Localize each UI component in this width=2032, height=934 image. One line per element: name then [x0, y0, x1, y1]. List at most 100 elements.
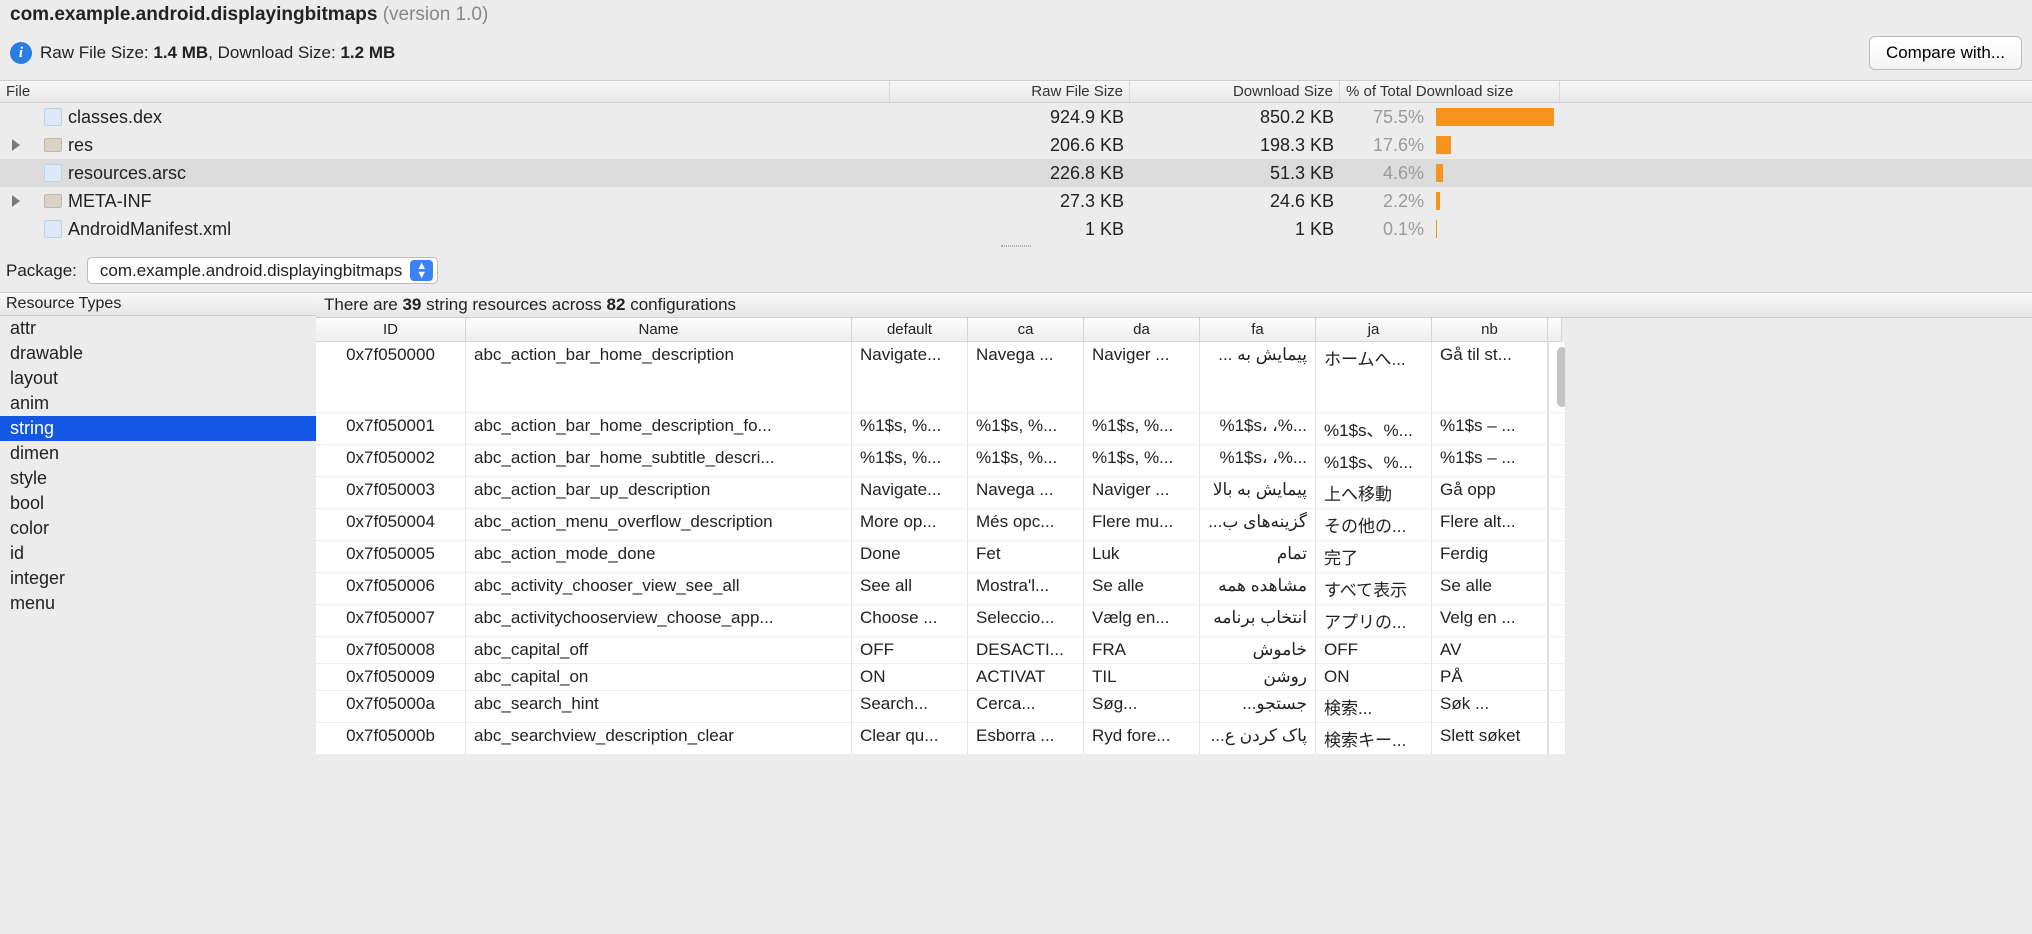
string-value[interactable]: Naviger ... — [1084, 477, 1200, 509]
string-value[interactable]: Se alle — [1432, 573, 1548, 605]
string-name[interactable]: abc_search_hint — [466, 691, 852, 723]
string-value[interactable]: روشن — [1200, 664, 1316, 691]
string-value[interactable]: ON — [852, 664, 968, 691]
string-col-fa[interactable]: fa — [1200, 318, 1316, 342]
expand-icon[interactable] — [12, 139, 20, 151]
string-value[interactable]: پیمایش به ... — [1200, 342, 1316, 413]
string-value[interactable]: More op... — [852, 509, 968, 541]
resource-type-string[interactable]: string — [0, 416, 316, 441]
scrollbar-gutter[interactable] — [1548, 637, 1566, 664]
file-row[interactable]: resources.arsc226.8 KB51.3 KB4.6% — [0, 159, 2032, 187]
string-value[interactable]: گزینه‌های ب... — [1200, 509, 1316, 541]
string-id[interactable]: 0x7f05000b — [316, 723, 466, 755]
string-value[interactable]: پاک کردن ع... — [1200, 723, 1316, 755]
string-value[interactable]: Ryd fore... — [1084, 723, 1200, 755]
string-value[interactable]: すべて表示 — [1316, 573, 1432, 605]
scrollbar-gutter[interactable] — [1548, 664, 1566, 691]
string-value[interactable]: %1$s、%... — [1316, 445, 1432, 477]
string-col-nb[interactable]: nb — [1432, 318, 1548, 342]
string-value[interactable]: ...%، ،%1$s — [1200, 445, 1316, 477]
string-value[interactable]: OFF — [852, 637, 968, 664]
string-col-Name[interactable]: Name — [466, 318, 852, 342]
string-value[interactable]: %1$s, %... — [968, 445, 1084, 477]
string-value[interactable]: %1$s – ... — [1432, 413, 1548, 445]
file-name-cell[interactable]: res — [0, 135, 890, 156]
string-value[interactable]: Søg... — [1084, 691, 1200, 723]
string-value[interactable]: Fet — [968, 541, 1084, 573]
string-value[interactable]: مشاهده همه — [1200, 573, 1316, 605]
scrollbar-gutter[interactable] — [1548, 413, 1566, 445]
string-value[interactable]: Navega ... — [968, 342, 1084, 413]
string-value[interactable]: Search... — [852, 691, 968, 723]
resource-type-bool[interactable]: bool — [0, 491, 316, 516]
string-id[interactable]: 0x7f050009 — [316, 664, 466, 691]
resource-type-integer[interactable]: integer — [0, 566, 316, 591]
string-value[interactable]: %1$s, %... — [1084, 413, 1200, 445]
string-value[interactable]: ホームへ... — [1316, 342, 1432, 413]
string-value[interactable]: Més opc... — [968, 509, 1084, 541]
string-value[interactable]: Flere alt... — [1432, 509, 1548, 541]
string-value[interactable]: Slett søket — [1432, 723, 1548, 755]
col-pct[interactable]: % of Total Download size — [1340, 81, 1560, 102]
string-value[interactable]: Done — [852, 541, 968, 573]
string-value[interactable]: その他の... — [1316, 509, 1432, 541]
string-id[interactable]: 0x7f050001 — [316, 413, 466, 445]
string-name[interactable]: abc_action_bar_up_description — [466, 477, 852, 509]
string-id[interactable]: 0x7f050005 — [316, 541, 466, 573]
string-value[interactable]: アプリの... — [1316, 605, 1432, 637]
string-id[interactable]: 0x7f050006 — [316, 573, 466, 605]
string-value[interactable]: FRA — [1084, 637, 1200, 664]
file-row[interactable]: META-INF27.3 KB24.6 KB2.2% — [0, 187, 2032, 215]
string-value[interactable]: See all — [852, 573, 968, 605]
resource-type-dimen[interactable]: dimen — [0, 441, 316, 466]
string-value[interactable]: %1$s、%... — [1316, 413, 1432, 445]
string-value[interactable]: Ferdig — [1432, 541, 1548, 573]
string-value[interactable]: %1$s, %... — [1084, 445, 1200, 477]
string-col-default[interactable]: default — [852, 318, 968, 342]
string-value[interactable]: ACTIVAT — [968, 664, 1084, 691]
string-value[interactable]: %1$s, %... — [852, 413, 968, 445]
string-value[interactable]: Luk — [1084, 541, 1200, 573]
resource-type-color[interactable]: color — [0, 516, 316, 541]
compare-with-button[interactable]: Compare with... — [1869, 36, 2022, 70]
scrollbar-gutter[interactable] — [1548, 691, 1566, 723]
string-value[interactable]: AV — [1432, 637, 1548, 664]
string-name[interactable]: abc_action_mode_done — [466, 541, 852, 573]
resource-type-id[interactable]: id — [0, 541, 316, 566]
resource-type-drawable[interactable]: drawable — [0, 341, 316, 366]
string-value[interactable]: Naviger ... — [1084, 342, 1200, 413]
string-id[interactable]: 0x7f050003 — [316, 477, 466, 509]
string-value[interactable]: Choose ... — [852, 605, 968, 637]
string-value[interactable]: Navega ... — [968, 477, 1084, 509]
string-name[interactable]: abc_capital_off — [466, 637, 852, 664]
string-value[interactable]: Navigate... — [852, 477, 968, 509]
string-value[interactable]: 完了 — [1316, 541, 1432, 573]
string-id[interactable]: 0x7f050002 — [316, 445, 466, 477]
string-name[interactable]: abc_action_bar_home_subtitle_descri... — [466, 445, 852, 477]
file-row[interactable]: AndroidManifest.xml1 KB1 KB0.1% — [0, 215, 2032, 243]
file-name-cell[interactable]: META-INF — [0, 191, 890, 212]
col-raw[interactable]: Raw File Size — [890, 81, 1130, 102]
string-value[interactable]: 検索キー... — [1316, 723, 1432, 755]
scrollbar-gutter[interactable] — [1548, 605, 1566, 637]
file-name-cell[interactable]: AndroidManifest.xml — [0, 219, 890, 240]
string-id[interactable]: 0x7f050004 — [316, 509, 466, 541]
string-value[interactable]: Gå til st... — [1432, 342, 1548, 413]
scrollbar-gutter[interactable] — [1548, 541, 1566, 573]
string-col-da[interactable]: da — [1084, 318, 1200, 342]
string-value[interactable]: OFF — [1316, 637, 1432, 664]
string-value[interactable]: Se alle — [1084, 573, 1200, 605]
string-value[interactable]: Vælg en... — [1084, 605, 1200, 637]
string-value[interactable]: Søk ... — [1432, 691, 1548, 723]
string-value[interactable]: PÅ — [1432, 664, 1548, 691]
string-value[interactable]: DESACTI... — [968, 637, 1084, 664]
string-value[interactable]: تمام — [1200, 541, 1316, 573]
string-id[interactable]: 0x7f050007 — [316, 605, 466, 637]
string-value[interactable]: جستجو... — [1200, 691, 1316, 723]
string-id[interactable]: 0x7f050008 — [316, 637, 466, 664]
string-value[interactable]: ...%، ،%1$s — [1200, 413, 1316, 445]
scrollbar-thumb[interactable] — [1557, 347, 1566, 407]
string-name[interactable]: abc_action_bar_home_description — [466, 342, 852, 413]
string-value[interactable]: %1$s – ... — [1432, 445, 1548, 477]
resource-type-menu[interactable]: menu — [0, 591, 316, 616]
